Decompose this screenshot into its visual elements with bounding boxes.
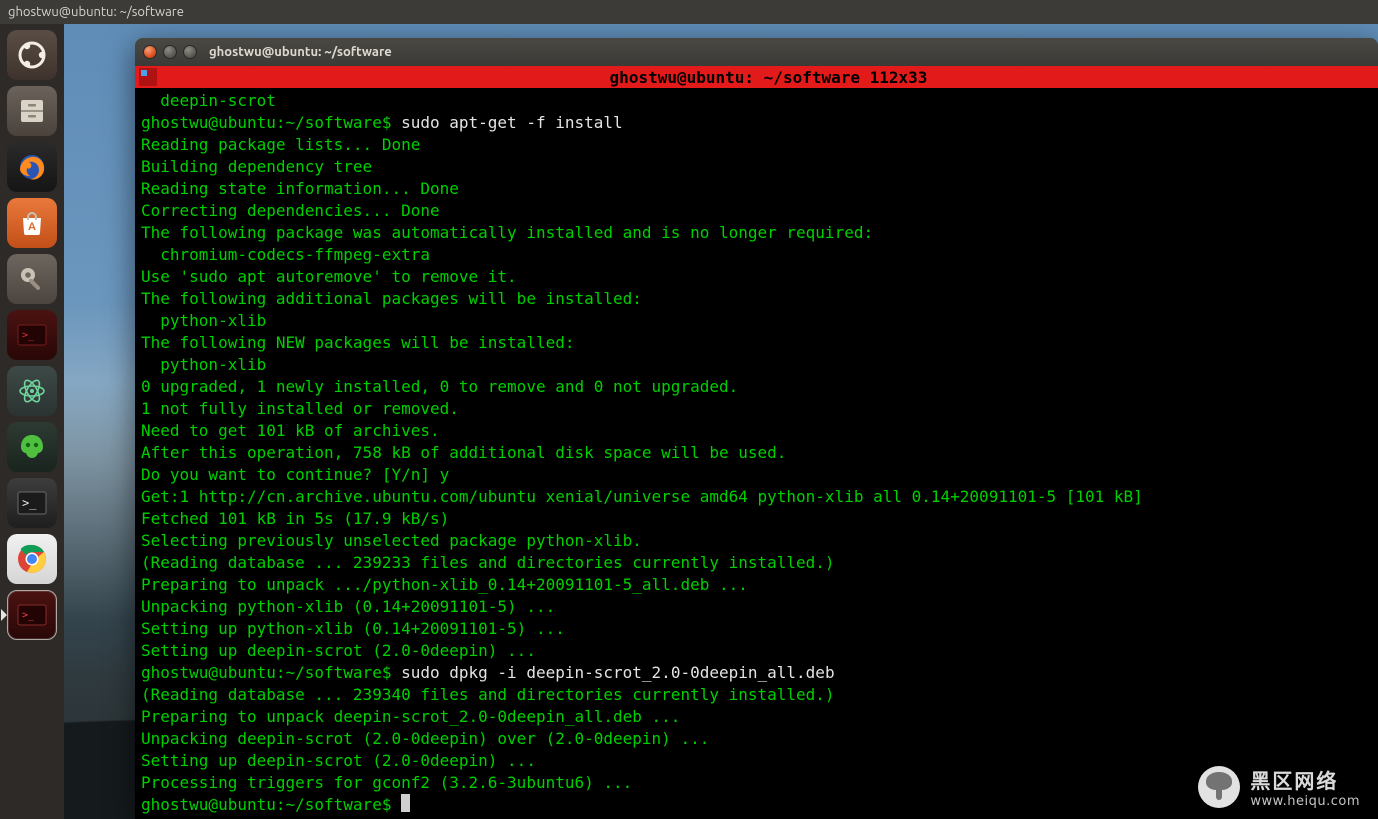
terminal-line: Setting up deepin-scrot (2.0-0deepin) ..… [141,640,1372,662]
terminal-line: Reading state information... Done [141,178,1372,200]
terminal-line: Building dependency tree [141,156,1372,178]
terminal-line: Setting up deepin-scrot (2.0-0deepin) ..… [141,750,1372,772]
launcher-settings[interactable] [7,254,57,304]
watermark-logo-icon [1198,766,1240,808]
terminal-line: deepin-scrot [141,90,1372,112]
svg-text:A: A [28,221,36,233]
launcher-dash[interactable] [7,30,57,80]
terminal-line: Correcting dependencies... Done [141,200,1372,222]
window-titlebar[interactable]: ghostwu@ubuntu: ~/software [135,38,1378,66]
unity-launcher: A >_ >_ >_ [0,24,64,819]
terminal-line: 1 not fully installed or removed. [141,398,1372,420]
terminal-line: After this operation, 758 kB of addition… [141,442,1372,464]
terminal-line: Need to get 101 kB of archives. [141,420,1372,442]
watermark: 黑区网络 www.heiqu.com [1198,765,1360,809]
launcher-terminal-red[interactable]: >_ [7,310,57,360]
terminal-line: Preparing to unpack .../python-xlib_0.14… [141,574,1372,596]
terminal-red-icon: >_ [17,324,47,346]
terminal-line: The following NEW packages will be insta… [141,332,1372,354]
terminal-line: Reading package lists... Done [141,134,1372,156]
terminal-cursor [401,794,410,812]
terminal-line: Preparing to unpack deepin-scrot_2.0-0de… [141,706,1372,728]
wrench-gear-icon [17,264,47,294]
window-minimize-button[interactable] [163,45,177,59]
launcher-software-center[interactable]: A [7,198,57,248]
terminal-line: chromium-codecs-ffmpeg-extra [141,244,1372,266]
launcher-navicat[interactable] [7,422,57,472]
watermark-text: 黑区网络 www.heiqu.com [1250,765,1360,809]
terminal-line: Setting up python-xlib (0.14+20091101-5)… [141,618,1372,640]
terminal-line: Get:1 http://cn.archive.ubuntu.com/ubunt… [141,486,1372,508]
chrome-icon [16,543,48,575]
svg-text:>_: >_ [22,610,35,621]
launcher-firefox[interactable] [7,142,57,192]
byobu-logo-icon [139,68,157,86]
ubuntu-dash-icon [17,40,47,70]
terminal-line: Use 'sudo apt autoremove' to remove it. [141,266,1372,288]
top-panel-title: ghostwu@ubuntu: ~/software [8,5,184,19]
atom-icon [16,375,48,407]
launcher-atom[interactable] [7,366,57,416]
terminal-line: Fetched 101 kB in 5s (17.9 kB/s) [141,508,1372,530]
launcher-terminal[interactable]: >_ [7,478,57,528]
launcher-chrome[interactable] [7,534,57,584]
terminal-red2-icon: >_ [17,604,47,626]
terminal-line: (Reading database ... 239233 files and d… [141,552,1372,574]
terminal-line: Unpacking python-xlib (0.14+20091101-5) … [141,596,1372,618]
terminal-line: python-xlib [141,354,1372,376]
window-maximize-button[interactable] [183,45,197,59]
firefox-icon [16,151,48,183]
terminal-line: Selecting previously unselected package … [141,530,1372,552]
terminal-line: ghostwu@ubuntu:~/software$ [141,794,1372,816]
byobu-status-text: ghostwu@ubuntu: ~/software 112x33 [163,68,1374,87]
watermark-line1: 黑区网络 [1250,765,1360,794]
watermark-line2: www.heiqu.com [1250,794,1360,809]
svg-text:>_: >_ [22,496,37,510]
terminal-line: Unpacking deepin-scrot (2.0-0deepin) ove… [141,728,1372,750]
terminal-line: The following package was automatically … [141,222,1372,244]
terminal-window: ghostwu@ubuntu: ~/software ghostwu@ubunt… [135,38,1378,819]
terminal-line: Processing triggers for gconf2 (3.2.6-3u… [141,772,1372,794]
window-close-button[interactable] [143,45,157,59]
launcher-files[interactable] [7,86,57,136]
window-title: ghostwu@ubuntu: ~/software [209,45,392,59]
launcher-terminal-active[interactable]: >_ [7,590,57,640]
byobu-status-bar: ghostwu@ubuntu: ~/software 112x33 [135,66,1378,88]
terminal-line: python-xlib [141,310,1372,332]
navicat-icon [17,432,47,462]
desktop-top-panel: ghostwu@ubuntu: ~/software [0,0,1378,24]
terminal-line: ghostwu@ubuntu:~/software$ sudo dpkg -i … [141,662,1372,684]
terminal-output[interactable]: deepin-scrotghostwu@ubuntu:~/software$ s… [135,88,1378,819]
file-cabinet-icon [17,96,47,126]
terminal-line: The following additional packages will b… [141,288,1372,310]
terminal-line: (Reading database ... 239340 files and d… [141,684,1372,706]
terminal-line: 0 upgraded, 1 newly installed, 0 to remo… [141,376,1372,398]
terminal-line: ghostwu@ubuntu:~/software$ sudo apt-get … [141,112,1372,134]
shopping-bag-icon: A [18,209,46,237]
terminal-icon: >_ [17,491,47,515]
terminal-line: Do you want to continue? [Y/n] y [141,464,1372,486]
svg-text:>_: >_ [22,330,35,341]
